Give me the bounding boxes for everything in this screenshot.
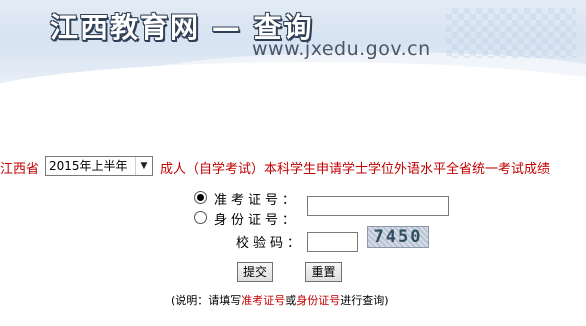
admission-number-label: 准考证号： xyxy=(214,193,300,208)
radio-admission-number[interactable] xyxy=(194,191,207,204)
note-suffix: 进行查询) xyxy=(340,294,389,307)
note-prefix: (说明：请填写 xyxy=(171,294,242,307)
captcha-image[interactable]: 7450 xyxy=(367,226,429,248)
period-select-value: 2015年上半年 xyxy=(49,159,128,173)
chevron-down-icon[interactable]: ▼ xyxy=(135,157,152,175)
note-or: 或 xyxy=(285,294,297,307)
site-banner: 江西教育网 — 查询 www.jxedu.gov.cn xyxy=(0,0,586,92)
exam-title: 成人（自学考试）本科学生申请学士学位外语水平全省统一考试成绩 xyxy=(160,162,551,177)
period-select[interactable]: 2015年上半年 ▼ xyxy=(45,156,153,176)
query-title-row: 江西省 2015年上半年 ▼ 成人（自学考试）本科学生申请学士学位外语水平全省统… xyxy=(0,155,586,177)
note-admission-number: 准考证号 xyxy=(241,294,286,307)
id-number-label: 身份证号： xyxy=(214,213,300,228)
site-url: www.jxedu.gov.cn xyxy=(252,38,431,60)
radio-id-number[interactable] xyxy=(194,211,207,224)
reset-button[interactable]: 重置 xyxy=(305,262,342,282)
captcha-label: 校验码： xyxy=(236,236,305,251)
captcha-input[interactable] xyxy=(307,232,358,252)
province-label: 江西省 xyxy=(0,162,40,177)
note-id-number: 身份证号 xyxy=(296,294,341,307)
submit-button[interactable]: 提交 xyxy=(237,262,273,282)
banner-pattern-decoration xyxy=(446,8,576,58)
instruction-note: (说明：请填写准考证号或身份证号进行查询) xyxy=(171,292,389,308)
number-input[interactable] xyxy=(307,196,449,216)
